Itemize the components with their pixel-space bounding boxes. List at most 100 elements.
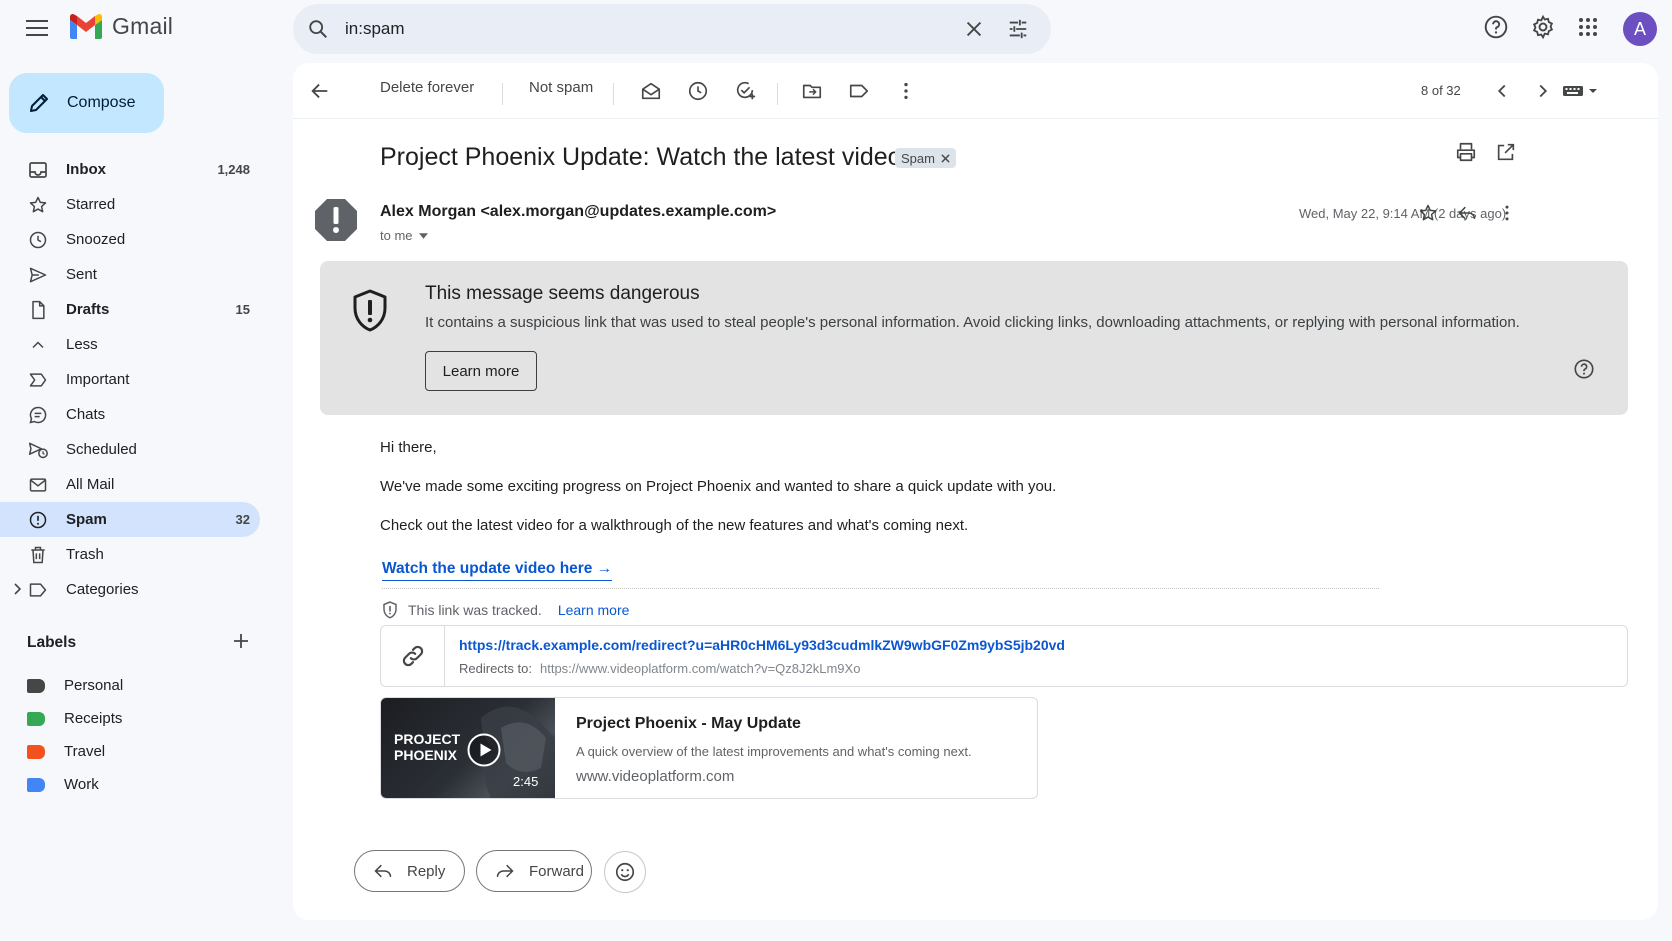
label-receipts[interactable]: Receipts	[27, 701, 122, 736]
sidebar-item-scheduled[interactable]: Scheduled	[0, 432, 260, 467]
sidebar-item-important[interactable]: Important	[0, 362, 260, 397]
apps-grid-icon[interactable]	[1578, 17, 1598, 37]
sidebar-item-label: Less	[66, 336, 98, 353]
play-button-icon[interactable]	[467, 733, 501, 767]
search-icon[interactable]	[307, 18, 329, 40]
spam-icon	[29, 511, 47, 528]
reply-label: Reply	[407, 862, 446, 880]
sidebar: Compose Inbox 1,248 Starred Snoozed Sent…	[0, 56, 270, 941]
settings-gear-icon[interactable]	[1530, 14, 1556, 40]
not-spam-button[interactable]: Not spam	[529, 79, 593, 96]
toolbar-divider	[613, 83, 614, 105]
search-options-icon[interactable]	[1007, 18, 1029, 40]
label-personal[interactable]: Personal	[27, 668, 123, 703]
add-task-icon[interactable]	[734, 80, 756, 102]
more-vert-icon[interactable]	[1497, 203, 1517, 223]
tracked-url[interactable]: https://track.example.com/redirect?u=aHR…	[459, 637, 1065, 653]
snooze-clock-icon[interactable]	[687, 80, 709, 102]
sidebar-item-label: Chats	[66, 406, 106, 423]
help-icon[interactable]	[1573, 358, 1595, 380]
spam-label-chip[interactable]: Spam	[895, 148, 956, 168]
search-bar[interactable]: in:spam	[293, 4, 1051, 54]
danger-warning-banner: This message seems dangerous It contains…	[320, 261, 1628, 415]
sidebar-item-starred[interactable]: Starred	[0, 187, 260, 222]
sidebar-item-label: All Mail	[66, 476, 115, 493]
compose-button[interactable]: Compose	[9, 73, 164, 133]
video-thumbnail[interactable]: PROJECT PHOENIX 2:45	[381, 698, 555, 798]
draft-count: 15	[235, 302, 250, 317]
trash-icon	[31, 546, 45, 563]
app-name: Gmail	[112, 12, 174, 39]
emoji-reaction-button[interactable]	[604, 851, 646, 893]
chevron-right-icon[interactable]	[12, 583, 22, 595]
main-menu-button[interactable]	[21, 12, 53, 44]
chevron-right-icon[interactable]	[1532, 80, 1554, 102]
close-icon[interactable]	[941, 153, 950, 163]
open-in-new-window-icon[interactable]	[1495, 141, 1517, 163]
unread-count: 1,248	[217, 162, 250, 177]
toolbar-divider	[502, 83, 503, 105]
sidebar-item-spam[interactable]: Spam 32	[0, 502, 260, 537]
recipient-details[interactable]: to me	[380, 228, 428, 243]
label-tag-icon	[27, 678, 45, 693]
label-travel[interactable]: Travel	[27, 734, 105, 769]
label-work[interactable]: Work	[27, 767, 99, 802]
label-icon[interactable]	[848, 80, 870, 102]
send-icon	[29, 267, 47, 282]
delete-forever-button[interactable]: Delete forever	[380, 79, 474, 96]
sender-name[interactable]: Alex Morgan <alex.morgan@updates.example…	[380, 203, 776, 221]
help-icon[interactable]	[1483, 14, 1509, 40]
sidebar-item-label: Starred	[66, 196, 116, 213]
gmail-logo[interactable]: Gmail	[68, 12, 173, 40]
forward-button[interactable]: Forward	[476, 850, 592, 892]
reply-icon[interactable]	[1457, 203, 1477, 223]
search-input[interactable]: in:spam	[345, 19, 405, 39]
label-name: Personal	[64, 677, 124, 694]
learn-more-button[interactable]: Learn more	[425, 351, 537, 391]
chevron-left-icon[interactable]	[1491, 80, 1513, 102]
sidebar-item-label: Drafts	[66, 301, 110, 318]
spam-count: 32	[235, 512, 250, 527]
label-icon	[29, 582, 47, 597]
video-preview-card[interactable]: PROJECT PHOENIX 2:45 Project Phoenix - M…	[380, 697, 1038, 799]
sidebar-item-snoozed[interactable]: Snoozed	[0, 222, 260, 257]
more-vert-icon[interactable]	[895, 80, 917, 102]
sidebar-item-inbox[interactable]: Inbox 1,248	[0, 152, 260, 187]
tracked-url-box: https://track.example.com/redirect?u=aHR…	[380, 625, 1628, 687]
sidebar-item-label: Categories	[66, 581, 139, 598]
draft-icon	[32, 300, 45, 319]
warning-title: This message seems dangerous	[425, 283, 700, 304]
sidebar-item-chats[interactable]: Chats	[0, 397, 260, 432]
input-tools-keyboard-icon[interactable]	[1561, 83, 1599, 99]
add-label-icon[interactable]	[232, 632, 250, 650]
sidebar-item-sent[interactable]: Sent	[0, 257, 260, 292]
email-paragraph: Check out the latest video for a walkthr…	[380, 517, 969, 534]
move-to-folder-icon[interactable]	[801, 80, 823, 102]
tracked-link-notice: This link was tracked. Learn more	[382, 601, 629, 619]
watch-video-link[interactable]: Watch the update video here →	[382, 560, 613, 581]
email-subject: Project Phoenix Update: Watch the latest…	[380, 143, 902, 171]
close-icon[interactable]	[963, 18, 985, 40]
video-domain: www.videoplatform.com	[576, 768, 735, 785]
mark-unread-icon[interactable]	[640, 80, 662, 102]
email-greeting: Hi there,	[380, 439, 437, 456]
video-title[interactable]: Project Phoenix - May Update	[576, 715, 801, 733]
sidebar-item-label: Snoozed	[66, 231, 126, 248]
redirect-label: Redirects to:	[459, 661, 532, 676]
link-icon	[402, 645, 423, 667]
sidebar-item-categories[interactable]: Categories	[0, 572, 260, 607]
sidebar-item-less[interactable]: Less	[0, 327, 260, 362]
sidebar-item-all-mail[interactable]: All Mail	[0, 467, 260, 502]
tracked-text: This link was tracked.	[408, 602, 542, 618]
label-tag-icon	[27, 744, 45, 759]
star-icon[interactable]	[1418, 203, 1438, 223]
sidebar-item-trash[interactable]: Trash	[0, 537, 260, 572]
sidebar-item-drafts[interactable]: Drafts 15	[0, 292, 260, 327]
tracked-learn-more-link[interactable]: Learn more	[558, 602, 630, 618]
back-arrow-icon[interactable]	[309, 80, 331, 102]
sidebar-item-label: Sent	[66, 266, 97, 283]
reply-button[interactable]: Reply	[354, 850, 465, 892]
account-avatar[interactable]: A	[1623, 12, 1657, 46]
print-icon[interactable]	[1455, 141, 1477, 163]
reply-icon	[374, 864, 392, 878]
